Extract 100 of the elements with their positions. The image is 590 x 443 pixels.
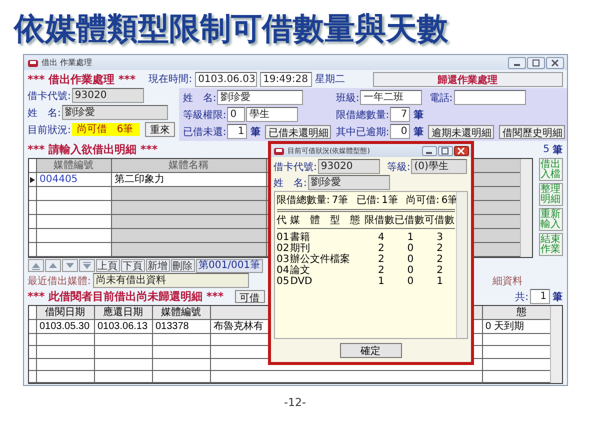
table-cell-text: 2 [436, 254, 444, 265]
class-field: 一年二班 [360, 90, 422, 105]
maximize-button[interactable] [438, 146, 452, 156]
nav-button[interactable]: 下頁 [120, 259, 144, 272]
table-cell-text: 2 [436, 243, 444, 254]
nav-button[interactable] [62, 259, 78, 272]
unit-label: 筆 [413, 108, 424, 122]
side-button[interactable]: 重新輸入 [538, 208, 562, 231]
table-cell-text: 04 [276, 265, 290, 276]
maximize-button[interactable] [526, 56, 544, 68]
limit-field: 7 [390, 107, 410, 122]
field-label: 細資料 [492, 274, 522, 288]
field-label: 姓 名: [274, 176, 307, 190]
field-label: 現在時間: [148, 72, 192, 86]
nav-button[interactable]: 刪除 [170, 259, 194, 272]
close-button[interactable] [454, 146, 468, 156]
column-header: 限借數 [364, 215, 394, 226]
name-field[interactable]: 劉珍愛 [62, 105, 168, 120]
field-label: 班級: [336, 92, 360, 104]
column-header: 媒體編號 [36, 159, 112, 172]
table-cell-text: 辦公文件檔案 [290, 254, 352, 265]
unit-label: 筆 [250, 126, 260, 138]
field-label: 借卡代號: [274, 160, 317, 174]
summary-label: 已借: [356, 194, 380, 207]
date-field: 0103.06.03 [195, 72, 258, 86]
field-label: 已借未還: [182, 126, 226, 138]
table-cell-text: 02 [276, 243, 290, 254]
table-cell-text: 4 [376, 232, 386, 243]
nav-button[interactable] [78, 259, 94, 272]
page-number: -12- [284, 396, 306, 409]
nav-button[interactable]: 新增 [146, 259, 170, 272]
summary-value: 7筆 [332, 194, 348, 207]
table-cell-text: DVD [290, 276, 314, 287]
table-cell-text: 書籍 [290, 232, 312, 243]
table-cell-text: 1 [376, 276, 386, 287]
field-label: 共: [515, 290, 528, 304]
table-cell-text: 論文 [290, 265, 312, 276]
ok-button[interactable]: 確定 [340, 342, 402, 358]
field-label: 姓 名: [28, 106, 61, 120]
section-heading: *** 此借閱者目前借出尚未歸還明細 *** [28, 289, 224, 304]
table-cell-text: 期刊 [290, 243, 310, 254]
reset-button[interactable]: 重來 [144, 122, 175, 137]
table-cell-text: 0 [406, 265, 415, 276]
maximize-icon [532, 58, 540, 66]
nav-button[interactable] [44, 259, 60, 272]
nav-button[interactable] [28, 259, 44, 272]
column-header: 媒 體 型 態 [290, 215, 361, 226]
table-cell-text: 0 [406, 276, 415, 287]
field-label: 等級權限: [182, 108, 226, 122]
side-button[interactable]: 結束作業 [538, 233, 562, 256]
close-icon [550, 58, 558, 66]
scrollbar[interactable] [550, 306, 562, 383]
return-button[interactable]: 歸還作業處理 [372, 72, 562, 86]
name-field: 劉珍愛 [308, 175, 390, 190]
minimize-button[interactable] [422, 146, 436, 156]
record-indicator: 第001/001筆 [196, 258, 264, 272]
unit-label: 筆 [552, 144, 562, 156]
scrollbar[interactable] [456, 192, 466, 338]
total-field: 1 [530, 289, 550, 304]
nav-button[interactable]: 上頁 [96, 259, 120, 272]
available-button[interactable]: 可借 [234, 290, 265, 303]
side-button[interactable]: 整理明細 [538, 183, 562, 206]
maximize-icon [441, 146, 449, 154]
unit-label: 筆 [552, 290, 562, 304]
weekday-label: 星期二 [315, 72, 346, 86]
card-field: 93020 [318, 159, 380, 174]
field-label: 限借總數量: [336, 108, 390, 122]
table-cell: 05 [276, 276, 290, 287]
column-header: 媒體名稱 [112, 159, 266, 172]
close-button[interactable] [546, 56, 564, 68]
table-cell-text: 0 [406, 254, 415, 265]
window-title: 借出 作業處理 [42, 57, 92, 68]
slide-title: 依媒體類型限制可借數量與天數 [14, 10, 448, 49]
history-button[interactable]: 借閱歷史明細 [499, 124, 566, 138]
borrowed-details-button[interactable]: 已借未還明細 [265, 124, 332, 138]
level-code-field: 0 [227, 107, 246, 122]
table-cell-text: 0 [406, 243, 415, 254]
section-heading: *** 借出作業處理 *** [28, 72, 136, 86]
table-cell-text: 2 [376, 265, 386, 276]
close-icon [457, 146, 465, 154]
column-header: 已借數 [394, 215, 424, 226]
field-label: 姓 名: [182, 92, 216, 104]
table-cell: 013378 [152, 320, 210, 333]
side-button[interactable]: 借出入檔 [538, 158, 562, 181]
table-cell-text: 1 [436, 276, 444, 287]
overdue-details-button[interactable]: 逾期未還明細 [428, 124, 494, 138]
app-icon [272, 146, 284, 156]
summary-label: 限借總數量: [276, 194, 330, 207]
minimize-button[interactable] [508, 56, 526, 68]
borrowed-field: 1 [227, 124, 248, 139]
table-cell-text: 3 [436, 232, 444, 243]
scrollbar[interactable] [520, 159, 532, 257]
level-field: (0)學生 [411, 159, 468, 174]
count-label: 5 [543, 144, 550, 155]
table-cell-text: 1 [406, 232, 415, 243]
card-field[interactable]: 93020 [72, 88, 144, 103]
table-cell: 0103.05.30 [36, 320, 94, 333]
column-header: 借閱日期 [36, 306, 94, 319]
column-header: 代 [276, 215, 288, 226]
field-label: 其中已逾期: [336, 126, 390, 138]
